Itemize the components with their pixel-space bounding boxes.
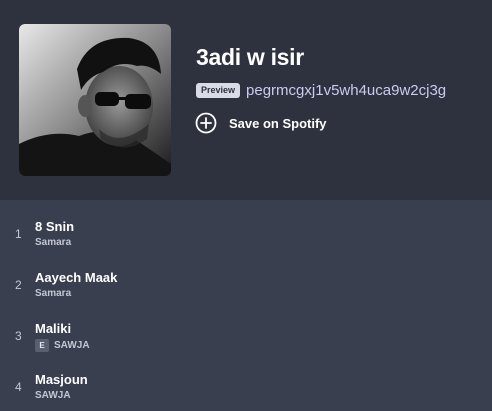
track-artist-row: Samara — [35, 237, 71, 248]
plus-circle-icon — [195, 112, 217, 134]
track-artist[interactable]: Samara — [35, 237, 71, 248]
track-number: 4 — [15, 380, 22, 394]
track-artist-row: Samara — [35, 288, 71, 299]
track-number: 3 — [15, 329, 22, 343]
track-row[interactable]: 3 Maliki E SAWJA — [0, 308, 492, 359]
playlist-owner-link[interactable]: pegrmcgxj1v5wh4uca9w2cj3g — [246, 82, 446, 99]
track-artist[interactable]: SAWJA — [35, 390, 71, 401]
save-on-spotify-label: Save on Spotify — [229, 115, 327, 131]
track-title[interactable]: Maliki — [35, 321, 71, 336]
track-number: 2 — [15, 278, 22, 292]
track-artist-row: E SAWJA — [35, 339, 90, 352]
playlist-header: 3adi w isir Preview pegrmcgxj1v5wh4uca9w… — [0, 0, 492, 200]
track-row[interactable]: 4 Masjoun SAWJA — [0, 359, 492, 410]
playlist-cover-image[interactable] — [19, 24, 171, 176]
track-list: 1 8 Snin Samara 2 Aayech Maak Samara 3 M… — [0, 206, 492, 410]
track-artist[interactable]: SAWJA — [54, 340, 90, 351]
track-number: 1 — [15, 227, 22, 241]
track-title[interactable]: Masjoun — [35, 372, 88, 387]
track-artist-row: SAWJA — [35, 390, 71, 401]
track-row[interactable]: 1 8 Snin Samara — [0, 206, 492, 257]
save-on-spotify-button[interactable]: Save on Spotify — [195, 112, 327, 134]
track-title[interactable]: 8 Snin — [35, 219, 74, 234]
explicit-badge: E — [35, 339, 49, 352]
preview-badge: Preview — [196, 83, 241, 98]
playlist-meta: Preview pegrmcgxj1v5wh4uca9w2cj3g — [196, 82, 446, 99]
track-row[interactable]: 2 Aayech Maak Samara — [0, 257, 492, 308]
playlist-title: 3adi w isir — [196, 44, 304, 70]
track-artist[interactable]: Samara — [35, 288, 71, 299]
track-title[interactable]: Aayech Maak — [35, 270, 117, 285]
